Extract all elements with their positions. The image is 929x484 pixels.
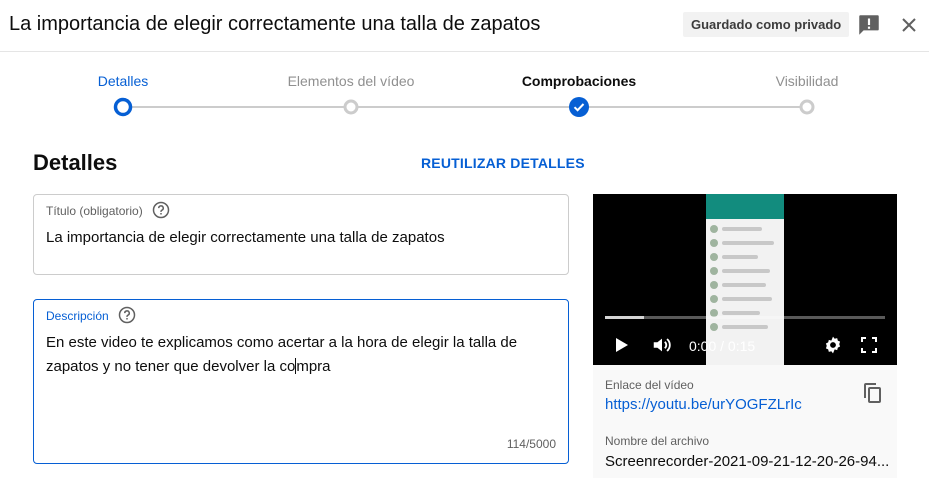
feedback-button[interactable] (856, 12, 882, 38)
help-icon[interactable] (152, 201, 170, 219)
upload-stepper: Detalles Elementos del vídeo Comprobacio… (0, 52, 929, 132)
video-player[interactable]: 0:00 / 0:15 (593, 194, 897, 365)
description-text: En este video te explicamos como acertar… (46, 334, 518, 375)
step-details-label[interactable]: Detalles (98, 73, 149, 89)
close-button[interactable] (897, 13, 921, 37)
step-visibility-dot[interactable] (797, 97, 817, 117)
video-progress-fill (605, 316, 645, 319)
video-progress-bar[interactable] (605, 316, 885, 319)
copy-link-button[interactable] (860, 381, 884, 405)
play-icon[interactable] (613, 336, 631, 354)
step-checks-label[interactable]: Comprobaciones (522, 73, 636, 89)
saved-status-badge: Guardado como privado (683, 12, 850, 37)
dialog-title: La importancia de elegir correctamente u… (9, 13, 541, 35)
close-icon (902, 18, 916, 32)
section-title: Detalles (33, 150, 118, 175)
help-icon[interactable] (118, 306, 136, 324)
settings-icon[interactable] (823, 335, 843, 355)
step-visibility-label[interactable]: Visibilidad (776, 73, 839, 89)
feedback-icon (859, 15, 879, 35)
description-field[interactable]: Descripción En este video te explicamos … (33, 299, 569, 464)
description-text-end: mpra (296, 358, 331, 375)
video-time: 0:00 / 0:15 (689, 338, 756, 354)
description-input[interactable]: En este video te explicamos como acertar… (46, 331, 556, 379)
description-field-label: Descripción (46, 306, 136, 324)
dialog-header: La importancia de elegir correctamente u… (0, 0, 929, 52)
volume-icon[interactable] (651, 334, 673, 356)
step-checks-dot[interactable] (569, 97, 589, 117)
stepper-track (123, 106, 807, 108)
file-name: Screenrecorder-2021-09-21-12-20-26-94... (605, 453, 890, 470)
video-link[interactable]: https://youtu.be/urYOGFZLrIc (605, 396, 802, 413)
file-name-label: Nombre del archivo (605, 434, 710, 448)
step-details-dot[interactable] (113, 97, 133, 117)
step-video-elements-label[interactable]: Elementos del vídeo (288, 73, 415, 89)
title-field-label: Título (obligatorio) (46, 201, 170, 219)
reuse-details-button[interactable]: REUTILIZAR DETALLES (421, 155, 585, 171)
video-preview-panel: 0:00 / 0:15 Enlace del vídeo https://you… (593, 194, 897, 478)
check-icon (569, 97, 589, 117)
title-input[interactable]: La importancia de elegir correctamente u… (46, 226, 556, 250)
title-label-text: Título (obligatorio) (46, 204, 143, 218)
title-field[interactable]: Título (obligatorio) La importancia de e… (33, 194, 569, 275)
step-video-elements-dot[interactable] (341, 97, 361, 117)
fullscreen-icon[interactable] (860, 336, 878, 354)
video-link-label: Enlace del vídeo (605, 378, 694, 392)
character-counter: 114/5000 (506, 437, 556, 451)
description-label-text: Descripción (46, 309, 109, 323)
copy-icon (864, 383, 881, 403)
